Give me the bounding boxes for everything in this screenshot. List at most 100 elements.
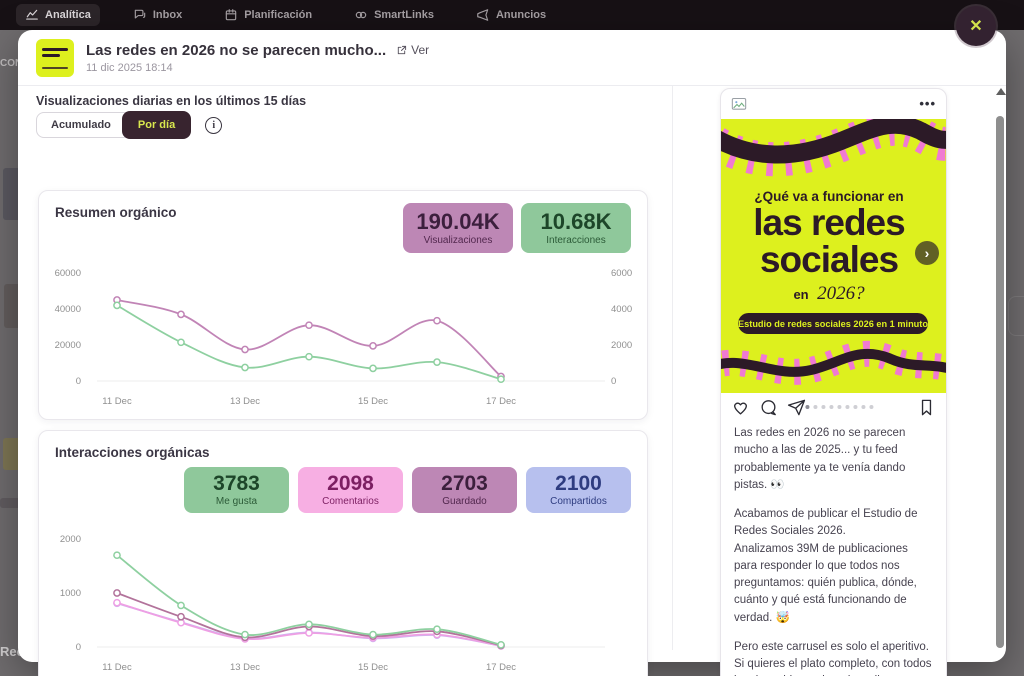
svg-text:0: 0 (611, 376, 616, 387)
stat-value: 3783 (184, 473, 289, 494)
svg-text:15 Dec: 15 Dec (358, 662, 388, 673)
post-caption: Las redes en 2026 no se parecen mucho a … (721, 421, 946, 676)
line-chart-icon (25, 8, 39, 22)
svg-text:4000: 4000 (611, 304, 632, 315)
nav-tab-label: Anuncios (496, 9, 546, 21)
top-navigation-bar: Analítica Inbox Planificación SmartLinks… (0, 0, 1024, 30)
post-thumbnail (36, 39, 74, 77)
chart-canvas: 0 1000 2000 11 Dec 13 Dec 15 Dec 17 Dec (39, 529, 649, 676)
post-image: ¿Qué va a funcionar en las redes sociale… (721, 119, 946, 393)
scrollbar-thumb[interactable] (996, 116, 1004, 648)
stat-value: 2703 (412, 473, 517, 494)
view-post-link[interactable]: Ver (396, 43, 429, 57)
svg-text:13 Dec: 13 Dec (230, 662, 260, 673)
megaphone-icon (476, 8, 490, 22)
stat-badge-comentarios: 2098 Comentarios (298, 467, 403, 513)
stat-badge-me-gusta: 3783 Me gusta (184, 467, 289, 513)
chart-canvas: 0 20000 40000 60000 0 2000 4000 6000 11 Dec 13 De… (39, 263, 649, 413)
comment-icon (759, 398, 778, 417)
svg-text:11 Dec: 11 Dec (102, 396, 132, 407)
caption-paragraph: Acabamos de publicar el Estudio de Redes… (734, 506, 933, 627)
column-divider (672, 86, 673, 650)
stat-label: Interacciones (521, 235, 631, 246)
info-icon[interactable]: i (205, 117, 222, 134)
link-icon (354, 8, 368, 22)
carousel-dots (805, 405, 873, 409)
svg-text:0: 0 (76, 376, 81, 387)
stat-value: 10.68K (521, 211, 631, 233)
organic-summary-chart: 0 20000 40000 60000 0 2000 4000 6000 11 Dec 13 De… (39, 263, 647, 418)
nav-tab-label: Analítica (45, 9, 91, 21)
share-plane-icon (787, 398, 806, 417)
svg-text:13 Dec: 13 Dec (230, 396, 260, 407)
svg-text:60000: 60000 (55, 268, 81, 279)
stat-badge-guardado: 2703 Guardado (412, 467, 517, 513)
svg-text:0: 0 (76, 642, 81, 653)
stat-value: 2098 (298, 473, 403, 494)
stat-value: 2100 (526, 473, 631, 494)
svg-text:40000: 40000 (55, 304, 81, 315)
nav-tab-anuncios[interactable]: Anuncios (467, 4, 555, 26)
view-post-label: Ver (411, 43, 429, 57)
artwork-line4-year: 2026? (817, 283, 865, 304)
calendar-icon (224, 8, 238, 22)
caption-paragraph: Pero este carrusel es solo el aperitivo.… (734, 639, 933, 676)
svg-text:2000: 2000 (60, 534, 81, 545)
section-title: Visualizaciones diarias en los últimos 1… (36, 94, 306, 108)
card-title: Resumen orgánico (55, 205, 177, 220)
artwork-line3: sociales (760, 239, 898, 280)
chevron-right-icon: › (925, 245, 930, 261)
like-heart-icon (731, 398, 750, 417)
stat-badge-visualizaciones: 190.04K Visualizaciones (403, 203, 513, 253)
stat-value: 190.04K (403, 211, 513, 233)
post-title: Las redes en 2026 no se parecen mucho... (86, 42, 386, 59)
view-mode-toggle: Acumulado Por día (36, 111, 191, 139)
svg-text:15 Dec: 15 Dec (358, 396, 388, 407)
card-title: Interacciones orgánicas (55, 445, 210, 460)
stat-label: Guardado (412, 496, 517, 507)
close-modal-button[interactable]: ✕ (956, 6, 996, 46)
stat-badge-compartidos: 2100 Compartidos (526, 467, 631, 513)
toggle-acumulado-button[interactable]: Acumulado (36, 112, 126, 138)
modal-scrollbar[interactable] (995, 88, 1007, 654)
artwork-line2: las redes (753, 202, 905, 243)
stat-label: Me gusta (184, 496, 289, 507)
svg-text:6000: 6000 (611, 268, 632, 279)
svg-text:17 Dec: 17 Dec (486, 396, 516, 407)
chat-bubbles-icon (133, 8, 147, 22)
svg-text:2000: 2000 (611, 340, 632, 351)
svg-text:11 Dec: 11 Dec (102, 662, 132, 673)
artwork-line4-prefix: en (793, 287, 808, 302)
nav-tab-analitica[interactable]: Analítica (16, 4, 100, 26)
app-screen: CON Ree Analítica Inbox Planificación Sm… (0, 0, 1024, 676)
post-menu-icon[interactable]: ••• (919, 100, 936, 108)
broken-image-icon (731, 97, 747, 112)
caption-paragraph: Las redes en 2026 no se parecen mucho a … (734, 425, 933, 494)
carousel-next-button[interactable]: › (915, 241, 939, 265)
nav-tab-smartlinks[interactable]: SmartLinks (345, 4, 443, 26)
nav-tab-planificacion[interactable]: Planificación (215, 4, 321, 26)
svg-text:20000: 20000 (55, 340, 81, 351)
post-date: 11 dic 2025 18:14 (86, 62, 429, 74)
scroll-up-arrow[interactable] (996, 88, 1006, 95)
stat-label: Compartidos (526, 496, 631, 507)
modal-header: Las redes en 2026 no se parecen mucho...… (18, 30, 1006, 86)
nav-tab-label: SmartLinks (374, 9, 434, 21)
svg-text:1000: 1000 (60, 588, 81, 599)
organic-interactions-card: Interacciones orgánicas 3783 Me gusta 20… (38, 430, 648, 676)
stat-label: Visualizaciones (403, 235, 513, 246)
nav-tab-label: Inbox (153, 9, 182, 21)
instagram-post-preview: ••• ¿Qué va a funcionar en las redes soc… (720, 88, 947, 676)
bookmark-icon (917, 398, 936, 417)
post-analytics-modal: Las redes en 2026 no se parecen mucho...… (18, 30, 1006, 662)
svg-text:17 Dec: 17 Dec (486, 662, 516, 673)
stat-label: Comentarios (298, 496, 403, 507)
stat-badge-interacciones: 10.68K Interacciones (521, 203, 631, 253)
organic-interactions-chart: 0 1000 2000 11 Dec 13 Dec 15 Dec 17 Dec (39, 529, 647, 676)
nav-tab-inbox[interactable]: Inbox (124, 4, 191, 26)
toggle-por-dia-button[interactable]: Por día (122, 111, 191, 139)
artwork-pill-label: Estudio de redes sociales 2026 en 1 minu… (738, 319, 928, 329)
svg-text:en 2026?: en 2026? (793, 283, 865, 304)
post-actions-row (721, 393, 946, 421)
background-button-outline (1008, 296, 1024, 336)
